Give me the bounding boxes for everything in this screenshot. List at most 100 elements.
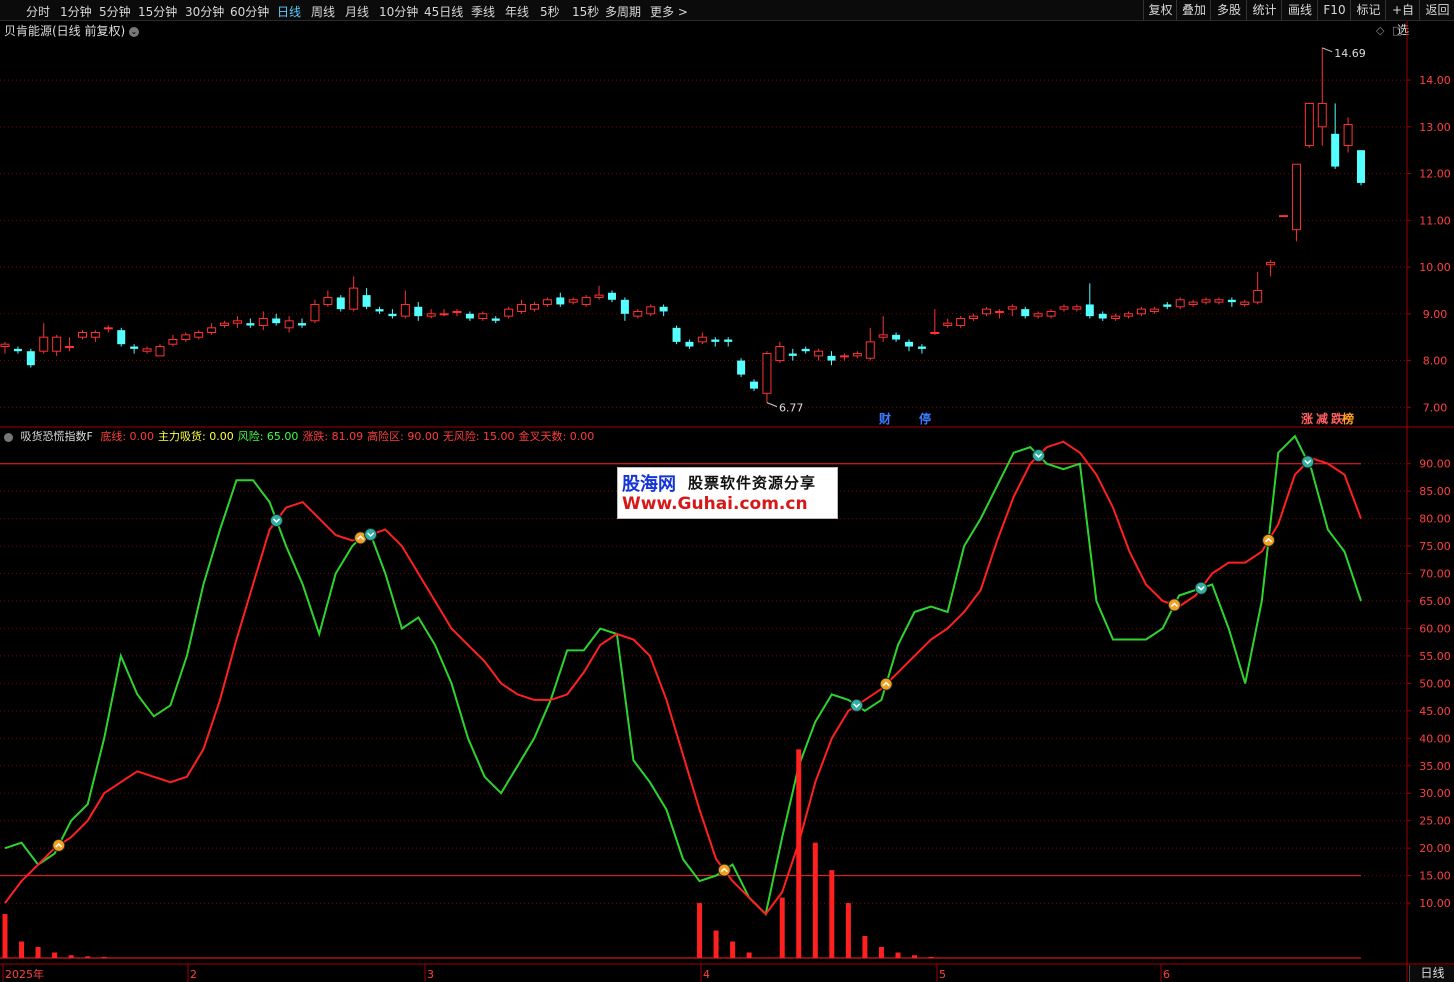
candle	[232, 316, 242, 328]
candle-body	[310, 303, 320, 322]
candle-body	[90, 332, 100, 338]
candle-body	[762, 353, 772, 394]
candle	[865, 327, 875, 361]
candle	[956, 316, 966, 328]
candle-body	[491, 318, 500, 321]
candle	[1033, 311, 1043, 319]
candle-body	[0, 343, 10, 348]
candle	[439, 309, 449, 317]
candle-body	[1149, 308, 1159, 312]
candle-body	[452, 310, 462, 313]
candle	[298, 318, 307, 328]
candle-body	[181, 334, 191, 341]
event-marker: 停	[919, 411, 931, 426]
indicator-tick-label: 45.00	[1419, 705, 1451, 718]
candle-body	[13, 348, 22, 352]
candle	[39, 323, 49, 354]
candle-body	[917, 346, 926, 349]
candle-body	[801, 348, 810, 352]
death-cross-marker	[1194, 581, 1208, 595]
candle	[1227, 297, 1236, 307]
candle	[504, 306, 514, 319]
candle-body	[568, 299, 578, 303]
candle	[930, 309, 940, 335]
candle	[349, 276, 359, 312]
candle-body	[581, 296, 591, 305]
candle	[568, 297, 578, 305]
candle-body	[1304, 102, 1314, 147]
settings-icon[interactable]	[4, 432, 13, 442]
candle-body	[814, 350, 824, 357]
candle	[1357, 150, 1365, 186]
candle-body	[517, 303, 527, 312]
candle-body	[439, 313, 449, 316]
candle	[878, 316, 888, 342]
candle	[1266, 260, 1276, 277]
indicator-bar	[895, 952, 901, 958]
indicator-tick-label: 65.00	[1419, 595, 1451, 608]
candle-body	[272, 318, 281, 324]
candle	[672, 325, 681, 345]
death-cross-marker	[364, 527, 378, 541]
golden-cross-marker	[1262, 533, 1276, 547]
candle	[26, 348, 35, 368]
candle-body	[594, 294, 604, 298]
candle	[556, 292, 565, 307]
candle-body	[388, 313, 397, 317]
candle	[594, 285, 604, 300]
price-panel-title: 贝肯能源(日线 前复权) ⌄	[4, 22, 140, 39]
high-label: 14.69	[1334, 47, 1366, 60]
candle	[801, 346, 810, 354]
indicator-tick-label: 35.00	[1419, 760, 1451, 773]
candle	[478, 311, 488, 321]
candle	[981, 306, 991, 317]
candle	[711, 337, 720, 347]
candle-body	[633, 310, 643, 317]
candle-body	[659, 306, 668, 312]
candle-body	[77, 332, 87, 338]
candle-body	[349, 287, 359, 310]
candle	[272, 313, 281, 326]
candle-body	[336, 297, 345, 310]
candle	[207, 323, 217, 335]
candle-body	[168, 339, 178, 345]
indicator-tick-label: 30.00	[1419, 787, 1451, 800]
maximize-icon: □	[1392, 24, 1402, 37]
indicator-bar	[829, 870, 835, 958]
candle	[168, 334, 178, 347]
candle-body	[556, 297, 565, 305]
candle-body	[1331, 133, 1340, 167]
candle-body	[1343, 123, 1353, 147]
candle	[697, 332, 707, 345]
candle-body	[375, 309, 384, 312]
candle-body	[1059, 306, 1069, 310]
candle	[1331, 103, 1340, 169]
indicator-param: 无风险: 15.00	[442, 430, 515, 443]
candle-body	[103, 327, 113, 330]
candle	[529, 302, 539, 312]
period-indicator[interactable]: 日线	[1409, 965, 1454, 982]
indicator-bar	[746, 952, 752, 958]
candle-body	[852, 353, 862, 357]
candle-body	[246, 323, 255, 326]
chevron-down-icon[interactable]: ⌄	[129, 26, 140, 37]
indicator-bar	[68, 955, 74, 958]
candle	[839, 353, 849, 361]
indicator-bar	[2, 914, 8, 958]
indicator-bar	[85, 956, 91, 958]
candle	[620, 297, 629, 321]
event-marker: 榜	[1342, 411, 1354, 426]
candle	[1149, 306, 1159, 314]
x-axis-label: 5	[939, 968, 946, 981]
candle-body	[788, 353, 797, 356]
death-cross-marker	[1301, 455, 1315, 469]
candle-body	[1357, 150, 1365, 183]
indicator-bar	[19, 941, 25, 958]
candle-body	[865, 341, 875, 359]
candle	[1175, 297, 1185, 310]
x-axis-label: 3	[427, 968, 434, 981]
candle	[750, 379, 759, 391]
candle-body	[646, 306, 656, 315]
candle-body	[1188, 301, 1198, 305]
candle-body	[905, 341, 913, 347]
